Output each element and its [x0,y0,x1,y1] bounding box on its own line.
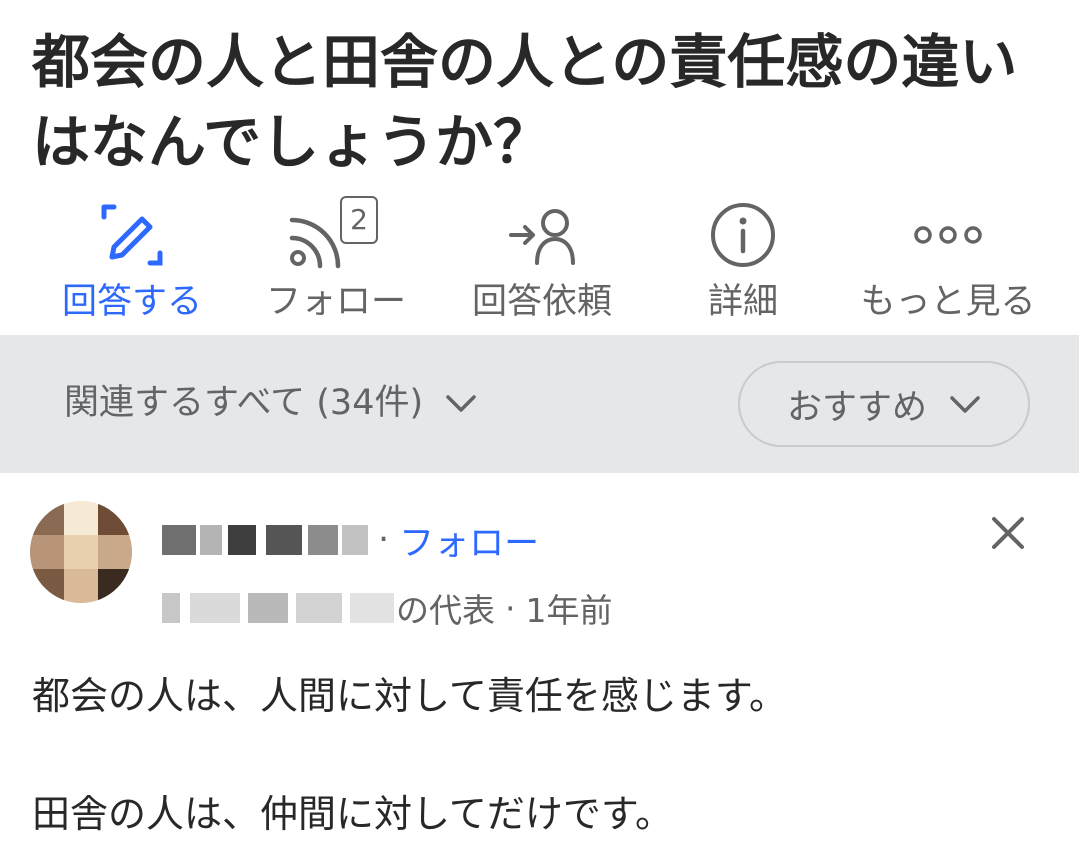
more-label: もっと見る [860,282,1036,322]
request-answer-icon [507,196,577,274]
avatar[interactable] [30,501,132,603]
answer-filter-bar: 関連するすべて (34件) おすすめ [0,335,1079,473]
more-button[interactable]: もっと見る [848,196,1048,326]
answer-label: 回答する [61,282,202,322]
sort-dropdown[interactable]: おすすめ [738,361,1030,447]
answer-card: · フォロー の代表 · 1年前 都会の人は、人間に対して責任を感じます。 田舎… [0,473,1079,864]
question-action-bar: 回答する 2 フォロー 回答依頼 詳細 もっと見る [0,196,1079,336]
question-title: 都会の人と田舎の人との責任感の違いはなんでしょうか？ [32,28,1018,176]
answer-paragraph: 都会の人は、人間に対して責任を感じます。 [32,674,788,718]
related-filter-label: 関連するすべて (34件) [64,383,424,423]
credential-suffix: の代表 [396,591,495,630]
chevron-down-icon [445,380,477,426]
separator-dot: · [378,520,390,560]
follow-count-badge: 2 [340,196,378,244]
follow-author-link[interactable]: フォロー [399,515,539,566]
answer-button[interactable]: 回答する [52,196,212,326]
edit-pencil-icon [100,196,164,274]
related-filter-dropdown[interactable]: 関連するすべて (34件) [64,380,477,426]
separator-dot: · [505,588,516,628]
details-button[interactable]: 詳細 [688,196,798,326]
author-credential-row: の代表 · 1年前 [162,585,613,631]
sort-label: おすすめ [786,387,927,428]
follow-feed-icon: 2 [286,196,386,274]
request-answer-label: 回答依頼 [471,282,612,322]
follow-label: フォロー [265,282,406,322]
author-name-redacted[interactable] [162,525,368,555]
request-answer-button[interactable]: 回答依頼 [462,196,622,326]
credential-redacted [162,593,394,623]
chevron-down-icon [949,384,981,424]
author-row: · フォロー [162,515,539,566]
more-icon [913,196,983,274]
details-label: 詳細 [707,282,778,322]
close-icon[interactable] [986,511,1030,555]
answer-paragraph: 田舎の人は、仲間に対してだけです。 [32,792,674,836]
info-icon [709,196,777,274]
follow-question-button[interactable]: 2 フォロー [254,196,418,326]
answer-timestamp[interactable]: 1年前 [526,584,613,632]
